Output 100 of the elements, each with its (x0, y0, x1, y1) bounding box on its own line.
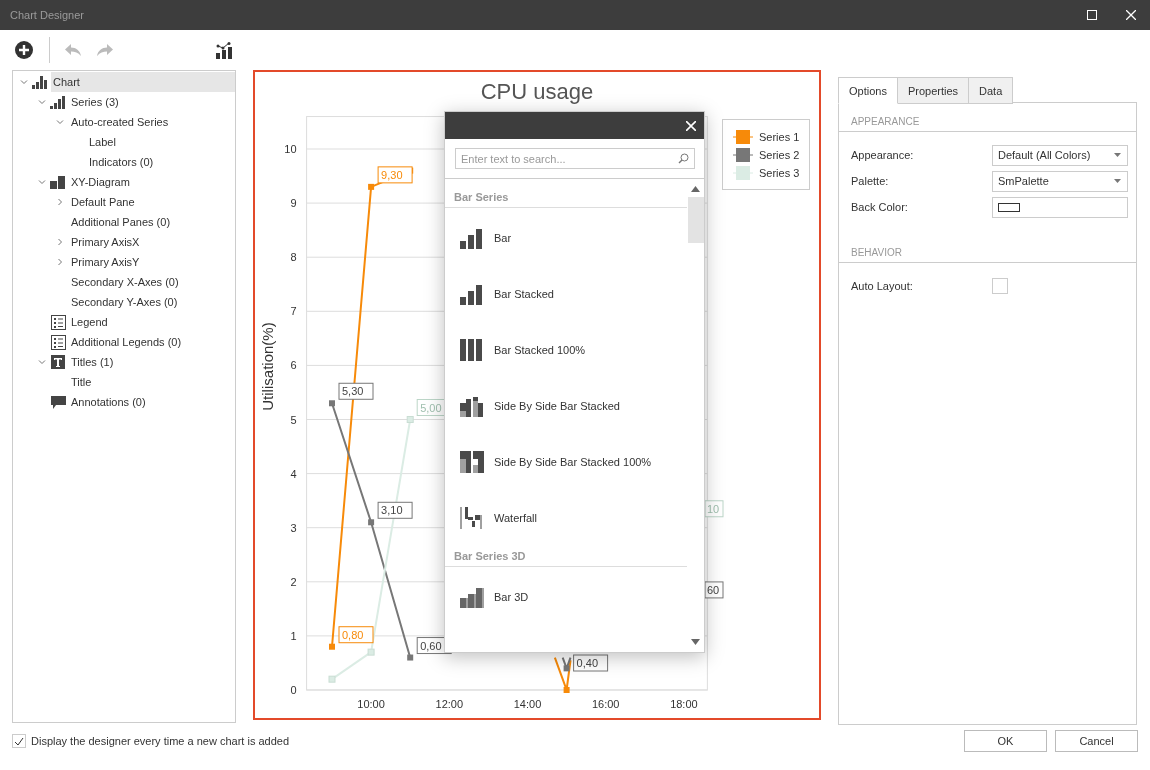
annotation: 10 (707, 502, 720, 515)
data-label: 0,80 (338, 626, 374, 644)
annotation: 3,10 (381, 504, 403, 517)
scroll-up-icon[interactable] (691, 186, 700, 192)
chart-type-icon (460, 339, 484, 361)
chart-type-icon (460, 586, 484, 608)
tree-item[interactable]: Secondary X-Axes (0) (67, 272, 235, 292)
redo-icon[interactable] (96, 43, 114, 57)
y-tick-label: 2 (290, 575, 297, 588)
window-title: Chart Designer (10, 9, 85, 21)
data-label: 0,40 (573, 654, 609, 672)
chevron-right-icon[interactable] (56, 238, 64, 246)
scrollbar-thumb[interactable] (688, 197, 704, 243)
dropdown[interactable]: SmPalette (992, 170, 1128, 192)
chevron-right-icon[interactable] (56, 258, 64, 266)
color-field[interactable] (992, 196, 1128, 218)
chart-type-icon (460, 395, 484, 417)
add-icon[interactable] (15, 41, 33, 59)
x-tick-label: 12:00 (435, 698, 464, 710)
x-tick-label: 16:00 (591, 698, 620, 710)
scroll-down-icon[interactable] (691, 639, 700, 645)
tree-item[interactable]: Indicators (0) (85, 152, 235, 172)
chart-type-item[interactable]: Bar (445, 210, 687, 266)
chart-type-icon (460, 227, 484, 249)
tree-item[interactable]: Legend (69, 312, 235, 332)
caret-icon (1114, 179, 1121, 183)
checkbox-label: Display the designer every time a new chart is added (31, 735, 291, 747)
chart-type-item[interactable]: Bar Stacked 100% (445, 322, 687, 378)
tree-item[interactable]: Label (85, 132, 235, 152)
data-point (368, 519, 375, 526)
speech-bubble-icon (50, 395, 66, 409)
data-point (329, 400, 335, 407)
bar-chart-icon (32, 75, 48, 89)
chevron-down-icon[interactable] (38, 178, 46, 186)
group-header: Bar Series 3D (445, 546, 687, 567)
data-point (368, 183, 375, 190)
tree-item[interactable]: Title (67, 372, 235, 392)
bar-chart-icon (50, 175, 66, 189)
tree-item[interactable]: Series (3) (69, 92, 235, 112)
annotation: 60 (707, 583, 720, 596)
undo-icon[interactable] (64, 43, 82, 57)
close-icon[interactable] (686, 120, 696, 131)
option-label: Auto Layout: (851, 280, 914, 292)
tree-item[interactable]: Auto-created Series (67, 112, 235, 132)
chevron-down-icon[interactable] (20, 78, 28, 86)
tree-item[interactable]: Additional Panes (0) (67, 212, 235, 232)
annotation: 0,80 (342, 628, 364, 641)
chart-type-icon (460, 507, 484, 529)
y-tick-label: 8 (290, 251, 297, 264)
legend-label: Series 2 (759, 149, 800, 161)
section-header: BEHAVIOR (839, 234, 1136, 263)
text-icon (51, 355, 65, 369)
y-tick-label: 10 (284, 143, 297, 155)
search-icon (678, 153, 689, 164)
y-tick-label: 0 (290, 684, 297, 696)
maximize-icon[interactable] (1086, 10, 1097, 20)
tree-item[interactable]: Secondary Y-Axes (0) (67, 292, 235, 312)
checkbox[interactable] (12, 734, 26, 748)
tree-item[interactable]: Chart (51, 72, 235, 92)
data-point (407, 654, 414, 661)
chart-title: CPU usage (479, 78, 595, 106)
chart-type-item[interactable]: Side By Side Bar Stacked 100% (445, 434, 687, 490)
legend-label: Series 1 (759, 131, 800, 143)
checkbox[interactable] (992, 278, 1008, 294)
data-point (329, 643, 335, 650)
chart-wizard-icon[interactable] (216, 41, 232, 59)
section-header: APPEARANCE (839, 103, 1136, 132)
chevron-down-icon[interactable] (38, 358, 46, 366)
y-tick-label: 9 (290, 197, 297, 210)
cancel-button[interactable]: Cancel (1055, 730, 1138, 752)
chart-type-item[interactable]: Waterfall (445, 490, 687, 546)
data-point (328, 675, 336, 683)
dropdown[interactable]: Default (All Colors) (992, 144, 1128, 166)
legend-icon (50, 334, 66, 350)
tree-item[interactable]: Default Pane (67, 192, 235, 212)
tree-item[interactable]: Additional Legends (0) (69, 332, 235, 352)
chevron-right-icon[interactable] (56, 198, 64, 206)
chart-type-item[interactable]: Bar Stacked (445, 266, 687, 322)
close-icon[interactable] (1125, 10, 1136, 20)
search-field[interactable]: Enter text to search... (455, 148, 695, 169)
x-tick-label: 10:00 (357, 698, 385, 710)
tree-item[interactable]: Primary AxisY (67, 252, 235, 272)
tab[interactable]: Options (838, 77, 898, 104)
tree-item[interactable]: Titles (1) (69, 352, 235, 372)
tab[interactable]: Data (968, 77, 1014, 104)
chevron-down-icon[interactable] (56, 118, 64, 126)
annotation: 0,40 (576, 657, 599, 669)
ok-button[interactable]: OK (964, 730, 1047, 752)
tab[interactable]: Properties (896, 77, 970, 104)
chart-type-icon (460, 283, 484, 305)
option-label: Palette: (851, 175, 890, 187)
chart-type-item[interactable]: Bar 3D (445, 569, 687, 625)
annotation: 0,60 (420, 639, 442, 652)
data-label: 5,30 (338, 382, 374, 400)
tree-item[interactable]: Primary AxisX (67, 232, 235, 252)
tree-item[interactable]: XY-Diagram (69, 172, 235, 192)
chevron-down-icon[interactable] (38, 98, 46, 106)
legend-label: Series 3 (759, 167, 800, 179)
tree-item[interactable]: Annotations (0) (69, 392, 235, 412)
bar-chart-icon (50, 95, 66, 109)
